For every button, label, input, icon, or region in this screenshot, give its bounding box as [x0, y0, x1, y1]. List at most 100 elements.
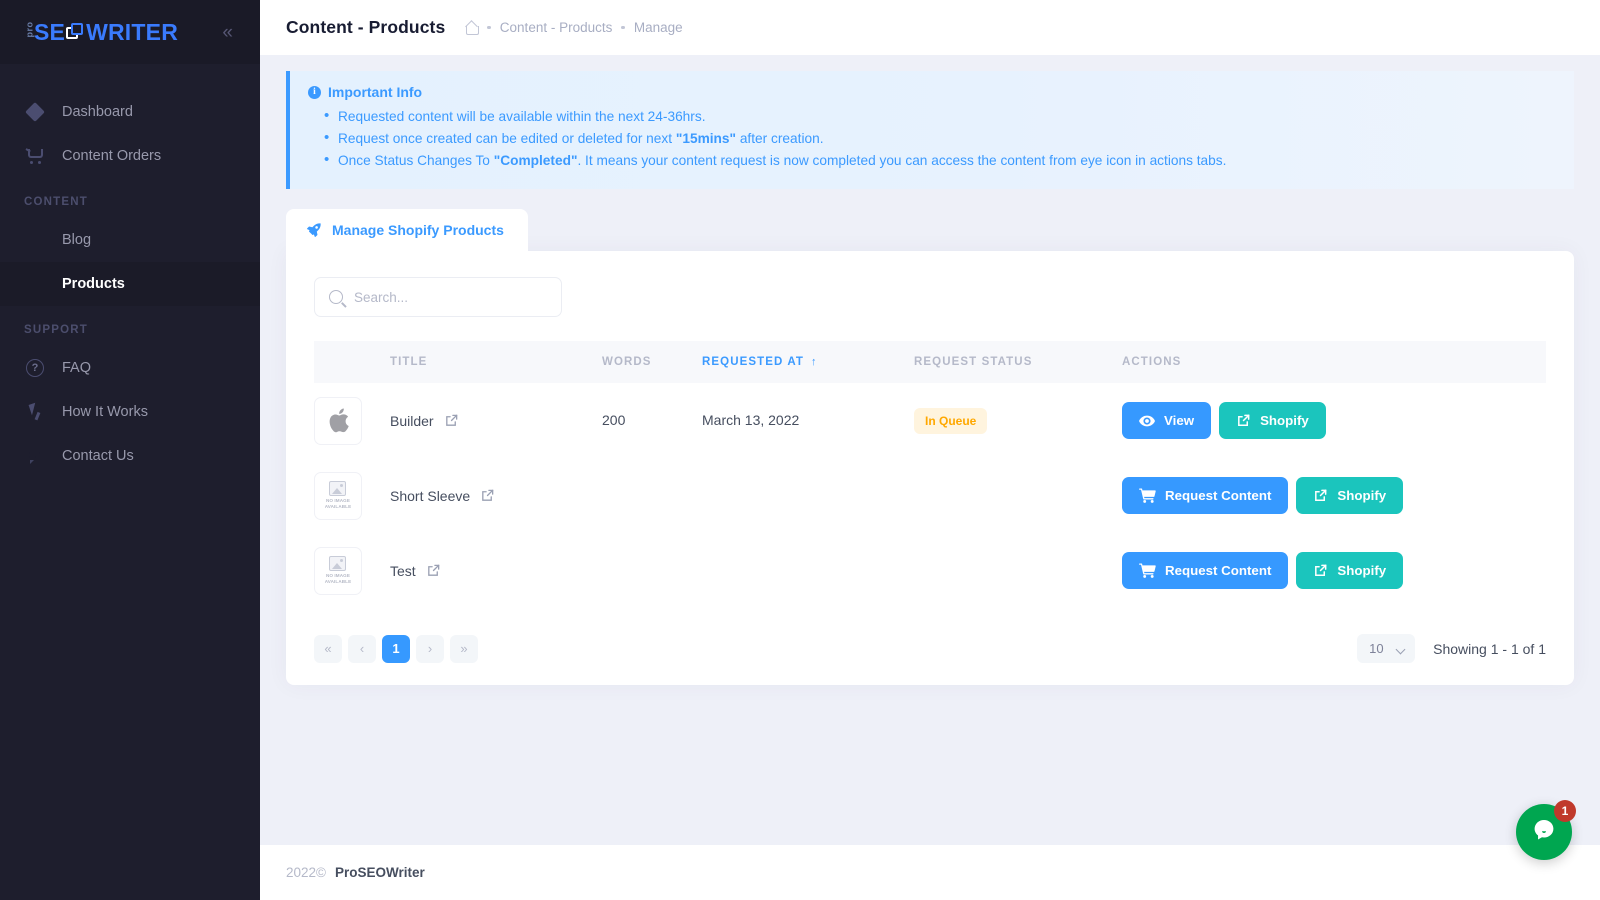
sidebar-item-how-it-works[interactable]: How It Works — [0, 390, 260, 434]
col-requested-at-header[interactable]: REQUESTED AT ↑ — [702, 341, 914, 383]
cell-requested-at — [702, 533, 914, 608]
sidebar-item-contact-us[interactable]: Contact Us — [0, 434, 260, 478]
cell-thumbnail — [314, 383, 390, 458]
logo-part2: WRITER — [86, 18, 179, 45]
pagination-last-button[interactable]: » — [450, 634, 478, 663]
sidebar: pro SE WRITER « Dashboard Content Orders… — [0, 0, 260, 900]
logo-part1: SE — [34, 18, 66, 45]
sidebar-item-blog[interactable]: Blog — [0, 218, 260, 262]
no-image-line2: AVAILABLE — [324, 579, 352, 584]
cart-icon — [1139, 488, 1156, 503]
tab-manage-shopify-products[interactable]: Manage Shopify Products — [286, 209, 528, 251]
cell-actions: Request Content Shopify — [1122, 533, 1546, 608]
no-image-placeholder-icon: NO IMAGE AVAILABLE — [325, 556, 352, 584]
search-icon — [329, 290, 343, 304]
product-title: Builder — [390, 412, 434, 429]
cart-icon — [1139, 563, 1156, 578]
per-page-select[interactable]: 10 25 50 100 — [1357, 634, 1416, 663]
question-circle-icon: ? — [24, 357, 46, 379]
chat-widget-button[interactable]: 1 — [1516, 800, 1576, 860]
sidebar-item-faq[interactable]: ? FAQ — [0, 346, 260, 390]
per-page-select-wrap: 10 25 50 100 — [1357, 634, 1416, 663]
sidebar-item-label: Contact Us — [62, 448, 134, 464]
cell-title: Test — [390, 533, 602, 608]
breadcrumb: Content - Products Manage — [465, 20, 683, 35]
sidebar-item-label: Products — [62, 276, 125, 292]
col-title-header[interactable]: TITLE — [390, 341, 602, 383]
page-title: Content - Products — [286, 17, 446, 37]
eye-icon — [1139, 415, 1155, 427]
pagination-prev-button[interactable]: ‹ — [348, 634, 376, 663]
no-image-line2: AVAILABLE — [324, 504, 352, 509]
home-icon[interactable] — [465, 22, 480, 35]
footer-brand[interactable]: ProSEOWriter — [335, 865, 425, 880]
cell-requested-at — [702, 458, 914, 533]
product-requested-at: March 13, 2022 — [702, 411, 800, 428]
pagination-right: 10 25 50 100 Showing 1 - 1 of 1 — [1357, 634, 1546, 663]
breadcrumb-item-manage[interactable]: Manage — [634, 20, 683, 35]
sidebar-header: pro SE WRITER « — [0, 0, 260, 64]
layered-squares-icon — [66, 23, 85, 41]
alert-list: Requested content will be available with… — [308, 106, 1556, 171]
sidebar-item-label: How It Works — [62, 404, 148, 420]
search-box[interactable] — [314, 277, 562, 317]
status-badge: In Queue — [914, 407, 988, 434]
request-content-button[interactable]: Request Content — [1122, 477, 1289, 514]
chat-bubble-icon — [1531, 817, 1557, 848]
shopify-button[interactable]: Shopify — [1296, 477, 1404, 514]
external-link-icon[interactable] — [444, 413, 459, 428]
external-link-icon[interactable] — [426, 563, 441, 578]
request-content-button-label: Request Content — [1165, 488, 1272, 503]
view-button[interactable]: View — [1122, 402, 1212, 439]
request-content-button[interactable]: Request Content — [1122, 552, 1289, 589]
table-row: Builder 200 March 13, 2022 In Queue View… — [314, 383, 1546, 458]
alert-item-text-post: after creation. — [736, 131, 824, 146]
cell-title: Builder — [390, 383, 602, 458]
cell-status — [914, 533, 1122, 608]
pagination-next-button[interactable]: › — [416, 634, 444, 663]
layout-icon — [24, 229, 46, 251]
shopify-button-label: Shopify — [1260, 413, 1309, 428]
info-circle-icon: i — [308, 85, 321, 99]
app-logo[interactable]: pro SE WRITER — [24, 19, 178, 46]
sidebar-item-dashboard[interactable]: Dashboard — [0, 90, 260, 134]
alert-item-text-post: . It means your content request is now c… — [577, 153, 1227, 168]
product-words: 200 — [602, 411, 626, 428]
no-image-line1: NO IMAGE — [325, 573, 350, 579]
shopify-button[interactable]: Shopify — [1219, 402, 1326, 439]
alert-title: Important Info — [328, 84, 423, 100]
pagination-first-button[interactable]: « — [314, 634, 342, 663]
breadcrumb-separator — [487, 25, 491, 30]
external-link-icon[interactable] — [480, 488, 495, 503]
rocket-icon — [306, 222, 322, 238]
alert-item-bold: "15mins" — [675, 131, 737, 146]
alert-title-row: i Important Info — [308, 84, 1556, 100]
footer: 2022© ProSEOWriter — [260, 845, 1600, 900]
shopify-button[interactable]: Shopify — [1296, 552, 1404, 589]
product-title: Test — [390, 562, 416, 579]
cell-words: 200 — [602, 383, 702, 458]
alert-list-item: Request once created can be edited or de… — [308, 128, 1556, 149]
search-input[interactable] — [354, 289, 547, 305]
table-row: NO IMAGE AVAILABLE Short Sleeve Request … — [314, 458, 1546, 533]
alert-item-bold: "Completed" — [493, 153, 578, 168]
chevron-double-left-icon[interactable]: « — [214, 19, 238, 46]
logo-text: SE WRITER — [34, 19, 178, 46]
shopify-button-label: Shopify — [1337, 563, 1387, 578]
breadcrumb-item-content-products[interactable]: Content - Products — [500, 20, 613, 35]
alert-list-item: Once Status Changes To "Completed". It m… — [308, 150, 1556, 171]
pagination-page-1[interactable]: 1 — [382, 634, 410, 663]
col-request-status-header[interactable]: REQUEST STATUS — [914, 341, 1122, 383]
col-words-header[interactable]: WORDS — [602, 341, 702, 383]
sidebar-item-content-orders[interactable]: Content Orders — [0, 134, 260, 178]
alert-item-text: Requested content will be available with… — [338, 109, 706, 124]
product-thumbnail: NO IMAGE AVAILABLE — [314, 546, 362, 595]
table-head: TITLE WORDS REQUESTED AT ↑ REQUEST STATUS… — [314, 341, 1546, 383]
col-requested-at-label: REQUESTED AT — [702, 356, 805, 368]
sidebar-item-products[interactable]: Products — [0, 262, 260, 306]
alert-item-text: Request once created can be edited or de… — [338, 131, 676, 146]
product-title: Short Sleeve — [390, 487, 471, 504]
layout-icon — [24, 273, 46, 295]
no-image-line1: NO IMAGE — [325, 498, 350, 504]
table-header-row: TITLE WORDS REQUESTED AT ↑ REQUEST STATUS… — [314, 341, 1546, 383]
